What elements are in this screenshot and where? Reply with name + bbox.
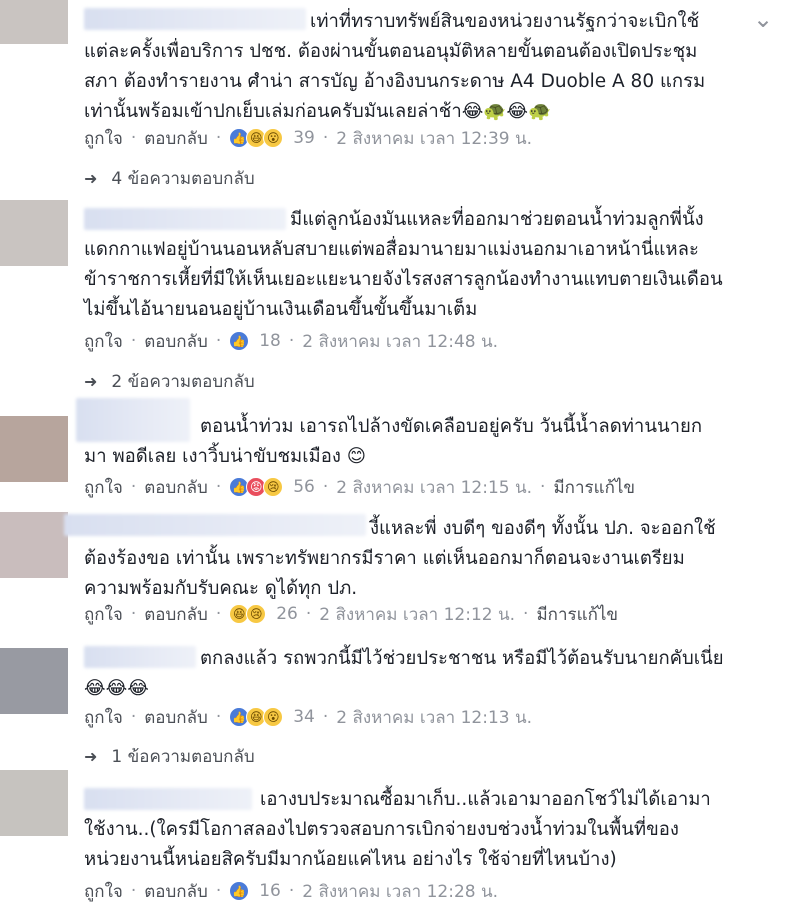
comment-text: เท่าที่ทราบทรัพย์สินของหน่วยงานรัฐกว่าจะ… [84,11,706,122]
reaction-count[interactable]: 34 [293,707,315,727]
reaction-icons[interactable]: 😆 😢 [229,604,267,624]
reply-button[interactable]: ตอบกลับ [144,125,208,152]
reaction-icons[interactable]: 👍 [229,331,250,351]
reply-button[interactable]: ตอบกลับ [144,704,208,731]
comment-actions: ถูกใจ · ตอบกลับ · 👍 😆 😮 39 · 2 สิงหาคม เ… [84,125,532,151]
comment-time[interactable]: 2 สิงหาคม เวลา 12:15 น. [336,474,532,501]
avatar[interactable] [0,770,68,836]
comment-actions: ถูกใจ · ตอบกลับ · 👍 😆 😮 34 · 2 สิงหาคม เ… [84,704,532,730]
reaction-count[interactable]: 39 [293,128,315,148]
reply-button[interactable]: ตอบกลับ [144,328,208,355]
reply-arrow-icon: ➜ [84,371,98,391]
comment-actions: ถูกใจ · ตอบกลับ · 👍 18 · 2 สิงหาคม เวลา … [84,328,498,354]
comment-time[interactable]: 2 สิงหาคม เวลา 12:48 น. [302,328,498,355]
comment-actions: ถูกใจ · ตอบกลับ · 👍 16 · 2 สิงหาคม เวลา … [84,878,498,904]
comment-time[interactable]: 2 สิงหาคม เวลา 12:28 น. [302,878,498,905]
edited-label[interactable]: มีการแก้ไข [536,601,618,628]
replies-label: 4 ข้อความตอบกลับ [111,168,255,189]
reaction-count[interactable]: 18 [259,331,281,351]
like-button[interactable]: ถูกใจ [84,704,123,731]
comment-text: เอางบประมาณซื้อมาเก็บ..แล้วเอามาออกโชว์ไ… [84,789,711,870]
reaction-count[interactable]: 26 [276,604,298,624]
edited-label[interactable]: มีการแก้ไข [553,474,635,501]
comment-time[interactable]: 2 สิงหาคม เวลา 12:39 น. [336,125,532,152]
reply-button[interactable]: ตอบกลับ [144,474,208,501]
reaction-icons[interactable]: 👍 😡 😢 [229,477,284,497]
comment-text: ตกลงแล้ว รถพวกนี้มีไว้ช่วยประชาชน หรือมี… [84,648,724,699]
reply-arrow-icon: ➜ [84,168,98,188]
comment-text: งี้แหละพี่ งบดีๆ ของดีๆ ทั้งนั้น ปภ. จะอ… [84,518,716,599]
like-button[interactable]: ถูกใจ [84,125,123,152]
like-button[interactable]: ถูกใจ [84,474,123,501]
reply-button[interactable]: ตอบกลับ [144,878,208,905]
view-replies-link[interactable]: ➜ 1 ข้อความตอบกลับ [84,743,255,769]
comment-text: ตอนน้ำท่วม เอารถไปล้างขัดเคลือบอยู่ครับ … [84,416,703,467]
comment-text: มีแต่ลูกน้องมันแหละที่ออกมาช่วยตอนน้ำท่ว… [84,209,723,320]
comment-time[interactable]: 2 สิงหาคม เวลา 12:13 น. [336,704,532,731]
like-icon: 👍 [229,331,250,351]
comment-time[interactable]: 2 สิงหาคม เวลา 12:12 น. [319,601,515,628]
reply-arrow-icon: ➜ [84,746,98,766]
reaction-count[interactable]: 16 [259,881,281,901]
sad-icon: 😢 [246,604,267,624]
reaction-count[interactable]: 56 [293,477,315,497]
sad-icon: 😢 [263,477,284,497]
options-chevron-icon[interactable]: ⌄ [752,7,774,31]
avatar[interactable] [0,648,68,714]
avatar[interactable] [0,416,68,482]
like-button[interactable]: ถูกใจ [84,601,123,628]
avatar[interactable] [0,200,68,266]
reply-button[interactable]: ตอบกลับ [144,601,208,628]
view-replies-link[interactable]: ➜ 4 ข้อความตอบกลับ [84,165,255,191]
view-replies-link[interactable]: ➜ 2 ข้อความตอบกลับ [84,368,255,394]
like-icon: 👍 [229,881,250,901]
reaction-icons[interactable]: 👍 😆 😮 [229,707,284,727]
avatar[interactable] [0,512,68,578]
replies-label: 1 ข้อความตอบกลับ [111,746,255,767]
wow-icon: 😮 [263,128,284,148]
like-button[interactable]: ถูกใจ [84,328,123,355]
reaction-icons[interactable]: 👍 [229,881,250,901]
wow-icon: 😮 [263,707,284,727]
comment-actions: ถูกใจ · ตอบกลับ · 😆 😢 26 · 2 สิงหาคม เวล… [84,601,618,627]
comment-actions: ถูกใจ · ตอบกลับ · 👍 😡 😢 56 · 2 สิงหาคม เ… [84,474,635,500]
like-button[interactable]: ถูกใจ [84,878,123,905]
avatar[interactable] [0,0,68,44]
reaction-icons[interactable]: 👍 😆 😮 [229,128,284,148]
replies-label: 2 ข้อความตอบกลับ [111,371,255,392]
